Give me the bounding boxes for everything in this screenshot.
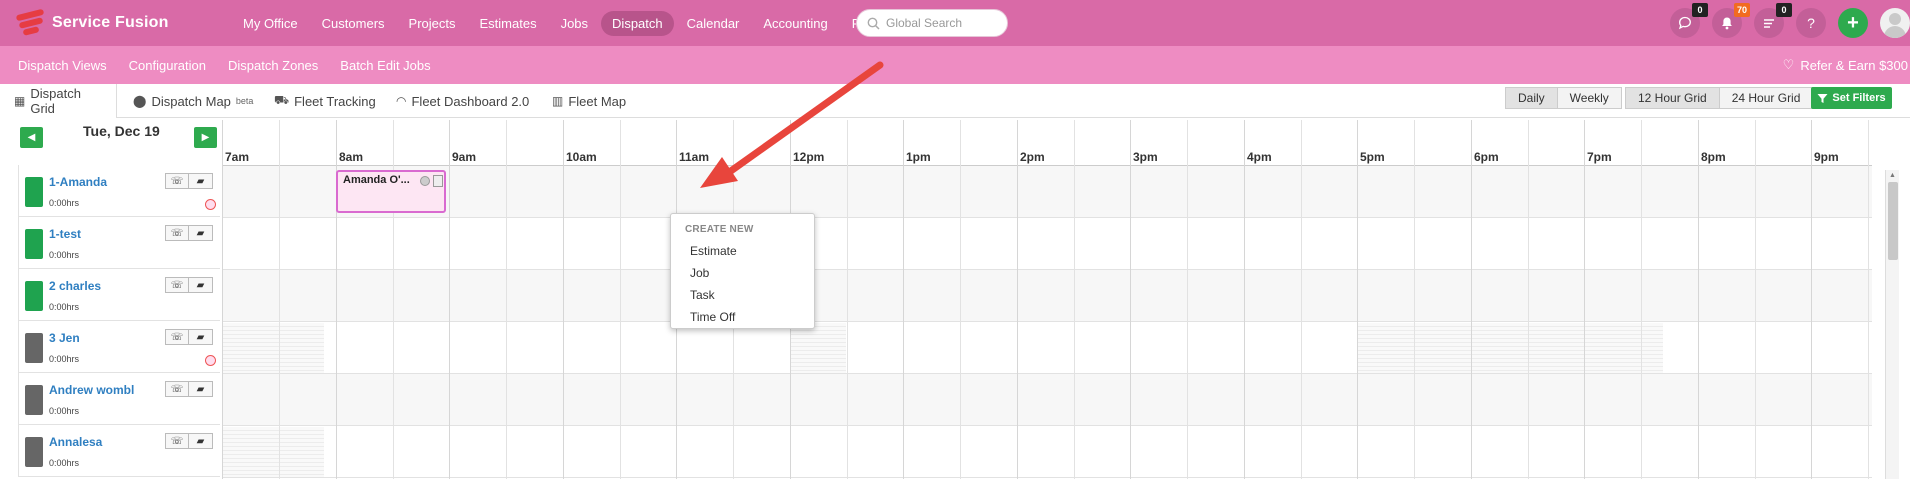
annotation-arrow-icon [700,61,884,188]
